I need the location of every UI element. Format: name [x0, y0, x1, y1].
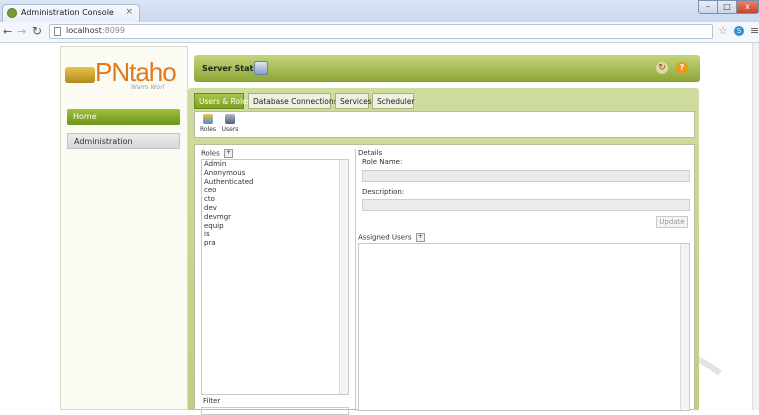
list-item[interactable]: Admin	[202, 160, 348, 169]
add-role-icon[interactable]: +	[223, 149, 233, 158]
assigned-users-label: Assigned Users +	[358, 233, 425, 242]
users-button[interactable]: Users	[221, 114, 239, 136]
filter-input[interactable]	[201, 407, 349, 415]
list-item[interactable]: ceo	[202, 186, 348, 195]
description-field[interactable]	[362, 199, 690, 211]
page-scrollbar[interactable]	[752, 43, 759, 410]
logo-text: PNtaho	[95, 57, 177, 87]
update-button[interactable]: Update	[656, 216, 688, 228]
minimize-button[interactable]: –	[698, 0, 718, 14]
list-item[interactable]: cto	[202, 195, 348, 204]
bookmark-star-icon[interactable]: ☆	[718, 24, 728, 37]
server-status-icon[interactable]	[254, 61, 268, 75]
sidebar-item-administration[interactable]: Administration	[67, 133, 180, 149]
roles-scrollbar[interactable]	[339, 160, 348, 394]
list-item[interactable]: devmgr	[202, 213, 348, 222]
extension-icon[interactable]: S	[734, 26, 744, 36]
tab-users-roles[interactable]: Users & Roles	[194, 93, 251, 109]
admin-content: Users & Roles Database Connections Servi…	[188, 88, 699, 415]
page-icon	[54, 27, 61, 36]
list-item[interactable]: pra	[202, 239, 348, 248]
list-item[interactable]: is	[202, 230, 348, 239]
users-roles-toolbar: Roles Users	[194, 111, 695, 138]
roles-panel: Roles + Admin Anonymous Authenticated ce…	[194, 144, 695, 415]
tab-database-connections[interactable]: Database Connections	[248, 93, 338, 109]
roles-icon	[203, 114, 213, 124]
tab-title: Administration Console	[21, 8, 114, 17]
roles-header: Roles +	[201, 149, 351, 159]
role-name-label: Role Name:	[362, 158, 403, 166]
logo-tagline: Warm Worl	[131, 84, 165, 91]
close-window-button[interactable]: x	[736, 0, 759, 14]
favicon-icon	[7, 8, 17, 18]
list-item[interactable]: dev	[202, 204, 348, 213]
roles-pane: Roles + Admin Anonymous Authenticated ce…	[201, 149, 351, 415]
refresh-icon[interactable]: ↻	[656, 62, 668, 74]
list-item[interactable]: equip	[202, 222, 348, 231]
tab-scheduler[interactable]: Scheduler	[372, 93, 415, 109]
role-name-field[interactable]	[362, 170, 690, 182]
menu-icon[interactable]: ≡	[750, 24, 759, 37]
assigned-users-list[interactable]	[358, 243, 690, 411]
add-user-icon[interactable]: +	[415, 233, 425, 242]
filter-label: Filter	[203, 397, 221, 405]
tab-services[interactable]: Services	[335, 93, 372, 109]
url-text: localhost:8099	[66, 26, 125, 35]
roles-button-label: Roles	[199, 126, 217, 133]
server-status-bar: Server Status: ↻ ?	[194, 55, 700, 82]
users-icon	[225, 114, 235, 124]
roles-header-label: Roles	[201, 149, 220, 158]
logo: PNtaho Warm Worl	[61, 57, 189, 91]
help-icon[interactable]: ?	[676, 62, 688, 74]
forward-icon[interactable]: →	[17, 25, 26, 38]
logo-icon	[65, 67, 95, 83]
maximize-button[interactable]: □	[717, 0, 737, 14]
reload-icon[interactable]: ↻	[32, 24, 42, 38]
browser-tabstrip: Administration Console × – □ x	[0, 0, 759, 23]
sidebar-item-home[interactable]: Home	[67, 109, 180, 125]
sidebar: PNtaho Warm Worl Home Administration	[60, 46, 188, 410]
close-tab-icon[interactable]: ×	[125, 7, 133, 17]
assigned-users-scrollbar[interactable]	[680, 244, 689, 410]
details-pane: Details Role Name: Description: Update A…	[355, 149, 693, 411]
list-item[interactable]: Anonymous	[202, 169, 348, 178]
back-icon[interactable]: ←	[3, 25, 12, 38]
users-button-label: Users	[221, 126, 239, 133]
address-bar[interactable]: localhost:8099	[49, 24, 713, 39]
list-item[interactable]: Authenticated	[202, 178, 348, 187]
roles-list[interactable]: Admin Anonymous Authenticated ceo cto de…	[201, 159, 349, 395]
browser-tab[interactable]: Administration Console ×	[2, 4, 140, 22]
details-title: Details	[358, 149, 383, 157]
roles-button[interactable]: Roles	[199, 114, 217, 136]
browser-toolbar: ← → ↻ localhost:8099 ☆ S ≡	[0, 22, 759, 43]
description-label: Description:	[362, 188, 405, 196]
